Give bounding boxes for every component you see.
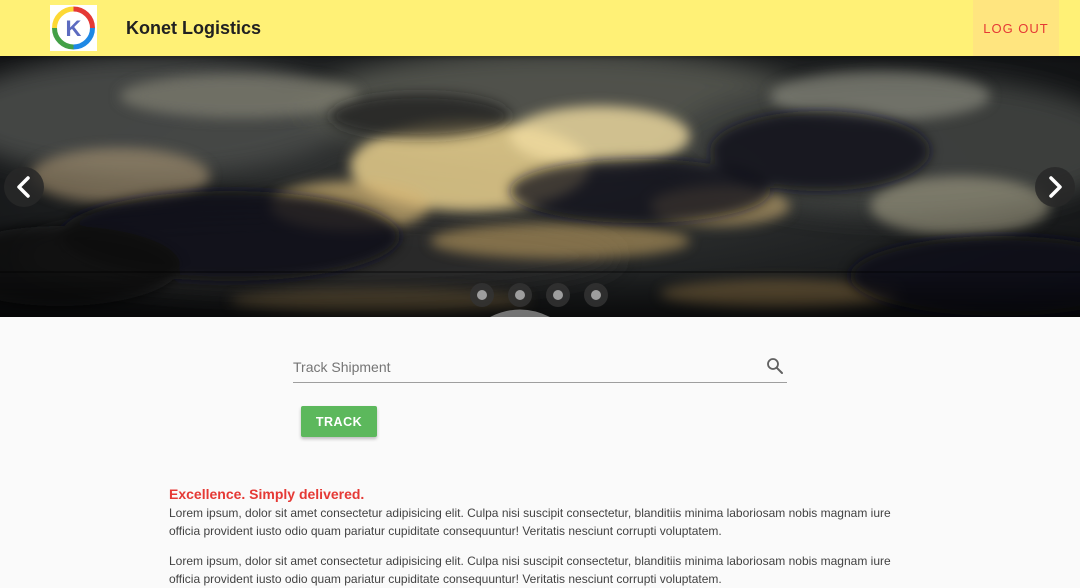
chevron-right-icon	[1049, 176, 1062, 198]
section-paragraph: Lorem ipsum, dolor sit amet consectetur …	[169, 506, 891, 538]
search-icon[interactable]	[766, 357, 784, 375]
track-shipment-input[interactable]	[293, 356, 753, 378]
company-logo[interactable]: K	[50, 5, 97, 51]
app-header: K Konet Logistics LOG OUT	[0, 0, 1080, 56]
logo-icon: K	[52, 6, 95, 50]
brand-name: Konet Logistics	[126, 18, 262, 38]
section-paragraph: Lorem ipsum, dolor sit amet consectetur …	[169, 554, 891, 586]
svg-text:K: K	[66, 16, 82, 41]
cloud-sky-image	[0, 56, 1080, 317]
track-shipment-field	[293, 352, 787, 383]
chevron-left-icon	[17, 176, 30, 198]
logout-button[interactable]: LOG OUT	[973, 0, 1059, 56]
carousel-dot-1[interactable]	[470, 283, 494, 307]
hero-carousel[interactable]	[0, 56, 1080, 317]
carousel-dot-3[interactable]	[546, 283, 570, 307]
carousel-next-button[interactable]	[1035, 167, 1075, 207]
carousel-prev-button[interactable]	[4, 167, 44, 207]
carousel-dot-2[interactable]	[508, 283, 532, 307]
track-button[interactable]: TRACK	[301, 406, 377, 437]
carousel-dot-4[interactable]	[584, 283, 608, 307]
section-headline: Excellence. Simply delivered.	[169, 486, 365, 502]
